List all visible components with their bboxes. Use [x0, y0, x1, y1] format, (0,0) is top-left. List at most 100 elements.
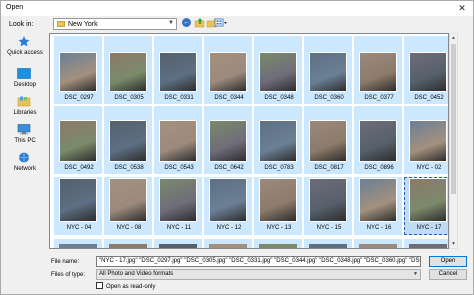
readonly-checkbox[interactable]: Open as read-only [96, 282, 155, 292]
file-item[interactable]: DSC_0783 [254, 106, 302, 174]
photo-thumbnail [309, 244, 347, 248]
photo-thumbnail [409, 120, 447, 162]
place-label: This PC [14, 138, 36, 144]
file-item[interactable]: NYC - 12 [204, 177, 252, 235]
scroll-up-icon[interactable]: ▲ [450, 34, 457, 42]
photo-thumbnail [109, 120, 147, 162]
scrollbar-thumb[interactable] [451, 44, 456, 194]
place-label: Desktop [13, 82, 36, 88]
file-item[interactable]: DSC_0543 [154, 106, 202, 174]
file-item[interactable]: NYC - 16 [354, 177, 402, 235]
computer-icon [17, 124, 31, 135]
photo-thumbnail [409, 52, 447, 92]
file-item[interactable]: DSC_0642 [204, 106, 252, 174]
file-name-label: DSC_0377 [364, 95, 394, 101]
lookin-value: New York [68, 21, 98, 28]
places-bar: Quick access Desktop Libraries This PC N… [4, 34, 46, 246]
view-menu-button[interactable] [214, 17, 228, 29]
open-dialog: Open ✕ Look in: New York ▼ ← Quick acces… [0, 0, 474, 295]
file-item[interactable] [154, 239, 202, 248]
place-libraries[interactable]: Libraries [4, 94, 46, 122]
photo-thumbnail [59, 244, 97, 248]
file-list-view[interactable]: DSC_0297 DSC_0305 DSC_0331 DSC_0344 DSC_0348… [49, 33, 449, 249]
photo-thumbnail [209, 244, 247, 248]
photo-thumbnail [159, 178, 197, 222]
photo-thumbnail [209, 178, 247, 222]
photo-thumbnail [209, 120, 247, 162]
file-name-label: DSC_0344 [214, 95, 244, 101]
photo-thumbnail [309, 178, 347, 222]
file-item[interactable]: NYC - 13 [254, 177, 302, 235]
file-item[interactable] [304, 239, 352, 248]
place-label: Quick access [7, 50, 43, 56]
file-item[interactable]: DSC_0360 [304, 36, 352, 104]
file-item[interactable]: DSC_0297 [54, 36, 102, 104]
file-item[interactable]: NYC - 17 [404, 177, 448, 235]
photo-thumbnail [259, 244, 297, 248]
window-title: Open [6, 4, 24, 11]
file-name-label: NYC - 16 [366, 225, 392, 231]
file-name-label: NYC - 15 [316, 225, 342, 231]
filename-input[interactable]: "NYC - 17.jpg" "DSC_0297.jpg" "DSC_0305.… [96, 256, 421, 267]
file-item[interactable]: DSC_0452 [404, 36, 448, 104]
file-item[interactable]: NYC - 04 [54, 177, 102, 235]
view-menu-icon [214, 18, 227, 27]
file-item[interactable]: NYC - 11 [154, 177, 202, 235]
file-item[interactable]: NYC - 15 [304, 177, 352, 235]
lookin-label: Look in: [9, 21, 34, 28]
file-item[interactable] [354, 239, 402, 248]
file-item[interactable] [104, 239, 152, 248]
photo-thumbnail [59, 52, 97, 92]
file-name-label: DSC_0492 [64, 165, 94, 171]
libraries-icon [17, 96, 31, 107]
place-desktop[interactable]: Desktop [4, 66, 46, 94]
file-item[interactable]: DSC_0538 [104, 106, 152, 174]
scroll-down-icon[interactable]: ▼ [450, 240, 457, 248]
photo-thumbnail [309, 52, 347, 92]
filetype-label: Files of type: [51, 272, 86, 278]
title-bar: Open ✕ [1, 1, 473, 16]
file-item[interactable] [54, 239, 102, 248]
vertical-scrollbar[interactable]: ▲ ▼ [449, 33, 458, 249]
file-item[interactable]: DSC_0896 [354, 106, 402, 174]
place-this-pc[interactable]: This PC [4, 122, 46, 150]
close-icon[interactable]: ✕ [453, 2, 471, 14]
file-item[interactable] [254, 239, 302, 248]
file-item[interactable]: DSC_0331 [154, 36, 202, 104]
chevron-down-icon: ▼ [168, 20, 174, 26]
file-name-label: DSC_0297 [64, 95, 94, 101]
file-item[interactable]: NYC - 08 [104, 177, 152, 235]
file-item[interactable]: DSC_0348 [254, 36, 302, 104]
back-button[interactable]: ← [181, 17, 193, 29]
filetype-select[interactable]: All Photo and Video formats ▼ [96, 269, 421, 280]
chevron-down-icon: ▼ [413, 271, 418, 277]
file-name-label: DSC_0305 [114, 95, 144, 101]
file-name-label: DSC_0452 [414, 95, 444, 101]
file-name-label: DSC_0642 [214, 165, 244, 171]
lookin-dropdown[interactable]: New York ▼ [53, 18, 177, 30]
cancel-button[interactable]: Cancel [429, 269, 467, 280]
up-folder-button[interactable] [194, 17, 206, 29]
open-button[interactable]: Open [429, 256, 467, 267]
checkbox-box[interactable] [96, 282, 103, 289]
place-network[interactable]: Network [4, 150, 46, 178]
file-item[interactable]: DSC_0492 [54, 106, 102, 174]
file-item[interactable] [204, 239, 252, 248]
photo-thumbnail [359, 178, 397, 222]
file-item[interactable] [404, 239, 448, 248]
up-folder-icon [194, 18, 205, 28]
file-item[interactable]: NYC - 02 [404, 106, 448, 174]
photo-thumbnail [109, 52, 147, 92]
file-name-label: DSC_0783 [264, 165, 294, 171]
place-quick-access[interactable]: Quick access [4, 34, 46, 62]
file-item[interactable]: DSC_0817 [304, 106, 352, 174]
filetype-value: All Photo and Video formats [99, 271, 174, 277]
photo-thumbnail [59, 120, 97, 162]
file-item[interactable]: DSC_0377 [354, 36, 402, 104]
file-item[interactable]: DSC_0305 [104, 36, 152, 104]
photo-thumbnail [359, 244, 397, 248]
file-name-label: NYC - 12 [216, 225, 242, 231]
readonly-label: Open as read-only [106, 284, 156, 290]
file-item[interactable]: DSC_0344 [204, 36, 252, 104]
photo-thumbnail [159, 244, 197, 248]
